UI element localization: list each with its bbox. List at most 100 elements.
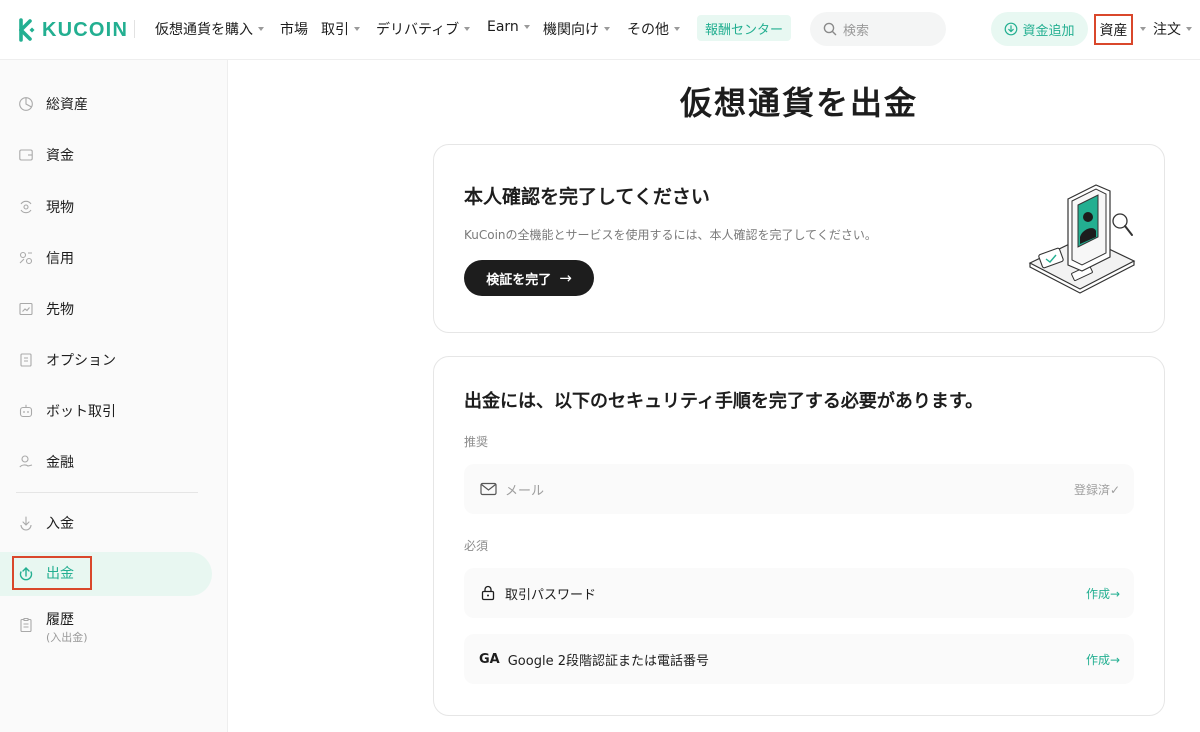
- finance-icon: [18, 454, 34, 470]
- sidebar-item-label: オプション: [46, 353, 116, 369]
- identity-verification-illustration: [1028, 184, 1136, 294]
- top-navigation: KUCOIN 仮想通貨を購入 市場 取引 デリバティブ Earn 機関向け その…: [0, 0, 1200, 60]
- kyc-description: KuCoinの全機能とサービスを使用するには、本人確認を完了してください。: [464, 228, 877, 242]
- options-icon: [18, 352, 34, 368]
- page-title: 仮想通貨を出金: [679, 84, 918, 122]
- add-funds-label: 資金追加: [1022, 23, 1075, 39]
- sidebar-item-withdraw[interactable]: 出金: [12, 556, 92, 590]
- security-row-trading-password[interactable]: 取引パスワード 作成→: [464, 568, 1134, 618]
- chevron-down-icon: [1140, 27, 1146, 31]
- required-label: 必須: [464, 539, 489, 553]
- sidebar-item-funding[interactable]: 資金: [0, 135, 228, 175]
- nav-earn[interactable]: Earn: [487, 19, 530, 35]
- nav-markets[interactable]: 市場: [280, 19, 308, 39]
- search-icon: [823, 22, 837, 36]
- nav-markets-label: 市場: [280, 22, 308, 38]
- search-input[interactable]: 検索: [810, 12, 946, 46]
- nav-orders[interactable]: 注文: [1153, 19, 1192, 39]
- trading-password-label: 取引パスワード: [505, 587, 597, 603]
- sidebar-item-label: 履歴: [46, 612, 74, 628]
- sidebar-item-futures[interactable]: 先物: [0, 289, 228, 329]
- nav-institutional[interactable]: 機関向け: [543, 19, 610, 39]
- sidebar-item-label: 入金: [46, 516, 74, 532]
- withdraw-icon: [18, 565, 34, 581]
- complete-verification-button[interactable]: 検証を完了 →: [464, 260, 594, 296]
- wallet-icon: [18, 147, 34, 163]
- sidebar-item-label: 現物: [46, 200, 74, 216]
- sidebar-item-overview[interactable]: 総資産: [0, 84, 228, 124]
- arrow-right-icon: →: [559, 269, 572, 287]
- email-label: メール: [505, 483, 545, 499]
- chevron-down-icon: [258, 27, 264, 31]
- security-row-google-2fa[interactable]: GA Google 2段階認証または電話番号 作成→: [464, 634, 1134, 684]
- chevron-down-icon: [354, 27, 360, 31]
- complete-verification-label: 検証を完了: [486, 272, 552, 288]
- security-requirements-card: 出金には、以下のセキュリティ手順を完了する必要があります。 推奨 メール 登録済…: [433, 356, 1165, 716]
- sidebar-history-text: 履歴 (入出金): [46, 609, 88, 645]
- nav-assets-label: 資産: [1099, 22, 1128, 39]
- add-funds-button[interactable]: 資金追加: [991, 12, 1088, 46]
- sidebar-item-deposit[interactable]: 入金: [0, 503, 228, 543]
- kyc-title: 本人確認を完了してください: [464, 186, 710, 208]
- margin-icon: [18, 250, 34, 266]
- futures-icon: [18, 301, 34, 317]
- kucoin-logo[interactable]: KUCOIN: [12, 17, 128, 43]
- chevron-down-icon: [523, 25, 530, 29]
- download-circle-icon: [1005, 22, 1018, 36]
- sidebar-item-label: 先物: [46, 302, 74, 318]
- sidebar-item-label: ボット取引: [46, 404, 116, 420]
- sidebar-item-spot[interactable]: 現物: [0, 187, 228, 227]
- security-row-email: メール 登録済✓: [464, 464, 1134, 514]
- email-status: 登録済✓: [1073, 482, 1120, 497]
- nav-buy-crypto[interactable]: 仮想通貨を購入: [155, 19, 264, 39]
- lock-icon: [479, 584, 497, 602]
- nav-assets[interactable]: 資産: [1094, 14, 1133, 45]
- chevron-down-icon: [464, 27, 471, 31]
- chevron-down-icon: [1186, 27, 1192, 31]
- nav-derivatives-label: デリバティブ: [376, 22, 460, 38]
- nav-more-label: その他: [627, 22, 669, 38]
- sidebar-item-label: 出金: [46, 566, 74, 582]
- chevron-down-icon: [674, 27, 680, 31]
- sidebar-divider: [16, 492, 198, 493]
- kucoin-logo-text: KUCOIN: [42, 18, 129, 41]
- logo-divider: [134, 20, 135, 38]
- sidebar-item-label: 信用: [46, 251, 74, 267]
- reward-center-label: 報酬センター: [705, 22, 784, 38]
- create-trading-password-link[interactable]: 作成→: [1086, 585, 1120, 602]
- create-google-2fa-link[interactable]: 作成→: [1086, 651, 1120, 668]
- nav-trade-label: 取引: [321, 22, 349, 38]
- security-title: 出金には、以下のセキュリティ手順を完了する必要があります。: [464, 391, 984, 412]
- nav-more[interactable]: その他: [627, 19, 680, 39]
- deposit-icon: [18, 515, 34, 531]
- sidebar: 総資産 資金 現物 信用 先物 オプション ボット取引 金融 入金 出金 履歴 …: [0, 60, 228, 732]
- kucoin-logo-icon: [19, 18, 35, 42]
- mail-icon: [479, 480, 497, 498]
- sidebar-item-trading-bot[interactable]: ボット取引: [0, 391, 228, 431]
- nav-trade[interactable]: 取引: [321, 19, 360, 39]
- sidebar-item-label: 総資産: [46, 97, 88, 113]
- sidebar-item-options[interactable]: オプション: [0, 340, 228, 380]
- sidebar-item-finance[interactable]: 金融: [0, 442, 228, 482]
- ga-icon: GA: [479, 651, 500, 667]
- sidebar-item-label: 金融: [46, 455, 74, 471]
- nav-earn-label: Earn: [487, 19, 519, 35]
- sidebar-item-margin[interactable]: 信用: [0, 238, 228, 278]
- nav-institutional-label: 機関向け: [543, 22, 599, 38]
- chevron-down-icon: [604, 27, 610, 31]
- nav-orders-label: 注文: [1153, 22, 1181, 38]
- pie-chart-icon: [18, 96, 34, 112]
- google-2fa-label: Google 2段階認証または電話番号: [507, 653, 709, 669]
- spot-icon: [18, 199, 34, 215]
- kyc-card: 本人確認を完了してください KuCoinの全機能とサービスを使用するには、本人確…: [433, 144, 1165, 333]
- bot-icon: [18, 403, 34, 419]
- sidebar-item-history[interactable]: 履歴 (入出金): [0, 606, 228, 650]
- reward-center-button[interactable]: 報酬センター: [697, 15, 792, 41]
- search-placeholder: 検索: [843, 23, 870, 39]
- recommended-label: 推奨: [464, 435, 489, 449]
- nav-buy-crypto-label: 仮想通貨を購入: [155, 22, 253, 38]
- history-icon: [18, 617, 34, 633]
- sidebar-item-label: 資金: [46, 148, 74, 164]
- sidebar-item-sublabel: (入出金): [46, 631, 88, 644]
- nav-derivatives[interactable]: デリバティブ: [376, 19, 471, 39]
